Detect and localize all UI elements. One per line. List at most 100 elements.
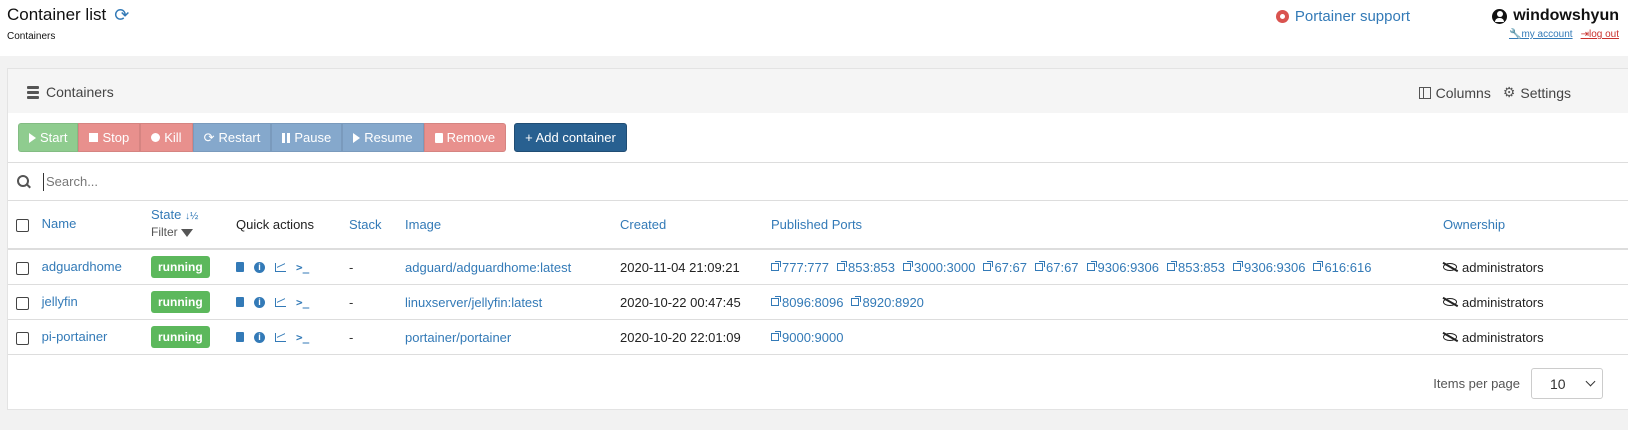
chevron-down-icon [1585, 376, 1596, 387]
ownership-header[interactable]: Ownership [1443, 200, 1628, 250]
portainer-support-link[interactable]: Portainer support [1275, 8, 1410, 25]
console-icon[interactable]: >_ [296, 296, 309, 309]
settings-button[interactable]: ⚙ Settings [1503, 84, 1571, 101]
console-icon[interactable]: >_ [296, 331, 309, 344]
sort-icon: ↓½ [184, 211, 199, 222]
ownership-label: administrators [1462, 294, 1544, 310]
created-header[interactable]: Created [620, 200, 771, 250]
published-port-link[interactable]: 616:616 [1313, 260, 1371, 275]
info-icon[interactable]: i [254, 331, 265, 343]
port-label: 9000:9000 [782, 329, 844, 345]
search-bar [8, 162, 1628, 201]
row-checkbox[interactable] [16, 261, 29, 275]
name-cell: jellyfin [8, 284, 151, 320]
table-row: adguardhome running i >_ - adguard/adgua… [8, 249, 1628, 285]
external-link-icon [1086, 261, 1097, 272]
remove-label: Remove [446, 130, 496, 145]
port-label: 853:853 [848, 259, 895, 275]
log-out-link[interactable]: ⇥log out [1581, 29, 1619, 40]
published-port-link[interactable]: 853:853 [837, 260, 895, 275]
trash-icon [434, 132, 443, 143]
port-label: 616:616 [1324, 259, 1372, 275]
stats-icon[interactable] [275, 262, 286, 272]
columns-label: Columns [1435, 84, 1491, 101]
external-link-icon [771, 261, 781, 272]
container-name-link[interactable]: pi-portainer [42, 329, 108, 344]
stats-icon[interactable] [275, 332, 286, 342]
published-port-link[interactable]: 3000:3000 [903, 260, 975, 275]
external-link-icon [903, 261, 913, 272]
name-header-label: Name [41, 216, 77, 232]
container-name-link[interactable]: adguardhome [42, 259, 122, 274]
stack-header[interactable]: Stack [349, 200, 405, 250]
logs-icon[interactable] [236, 332, 244, 342]
kill-button[interactable]: Kill [140, 123, 193, 152]
image-link[interactable]: adguard/adguardhome:latest [405, 260, 571, 275]
info-icon[interactable]: i [254, 296, 265, 308]
stop-button[interactable]: Stop [78, 123, 141, 152]
widget-header: Containers Columns ⚙ Settings [8, 69, 1628, 113]
port-label: 67:67 [1046, 259, 1079, 275]
published-port-link[interactable]: 9306:9306 [1233, 260, 1305, 275]
created-cell: 2020-11-04 21:09:21 [620, 249, 771, 285]
image-header[interactable]: Image [405, 200, 620, 250]
published-port-link[interactable]: 9000:9000 [771, 330, 843, 345]
stop-icon [89, 133, 99, 142]
select-all-checkbox[interactable] [16, 218, 29, 232]
resume-button[interactable]: Resume [342, 123, 424, 152]
state-cell: running [151, 249, 236, 285]
state-header[interactable]: State ↓½ Filter [151, 200, 236, 250]
published-port-link[interactable]: 853:853 [1167, 260, 1225, 275]
widget-header-actions: Columns ⚙ Settings [1418, 84, 1571, 101]
refresh-icon[interactable]: ⟳ [114, 6, 129, 24]
columns-button[interactable]: Columns [1418, 84, 1491, 101]
search-input[interactable] [43, 172, 1548, 191]
restart-label: Restart [218, 130, 261, 145]
table-row: jellyfin running i >_ - linuxserver/jell… [8, 284, 1628, 320]
name-header[interactable]: Name [8, 200, 151, 250]
image-link[interactable]: linuxserver/jellyfin:latest [405, 295, 542, 310]
quick-actions-header: Quick actions [236, 200, 349, 250]
published-port-link[interactable]: 8920:8920 [851, 294, 924, 310]
state-filter-label: Filter [151, 225, 178, 239]
row-checkbox[interactable] [16, 296, 29, 310]
console-icon[interactable]: >_ [296, 261, 309, 274]
lifebuoy-icon [1275, 10, 1289, 23]
ownership-cell: administrators [1443, 249, 1628, 285]
ports-header[interactable]: Published Ports [771, 200, 1443, 250]
ownership-cell: administrators [1443, 284, 1628, 320]
logs-icon[interactable] [236, 297, 244, 307]
name-cell: pi-portainer [8, 319, 151, 355]
created-cell: 2020-10-20 22:01:09 [620, 319, 771, 355]
restart-button[interactable]: ⟳ Restart [192, 123, 272, 152]
published-port-link[interactable]: 777:777 [771, 260, 829, 275]
external-link-icon [771, 296, 781, 307]
containers-table: Name State ↓½ Filter Quick actions Stack… [8, 200, 1628, 355]
port-label: 8920:8920 [862, 294, 924, 310]
start-button[interactable]: Start [18, 123, 79, 152]
info-icon[interactable]: i [254, 261, 265, 273]
logs-icon[interactable] [236, 262, 244, 272]
state-filter[interactable]: Filter [151, 225, 236, 239]
image-link[interactable]: portainer/portainer [405, 330, 511, 345]
server-icon [27, 85, 39, 99]
widget-title-label: Containers [46, 84, 114, 100]
bomb-icon [151, 133, 161, 142]
stats-icon[interactable] [275, 297, 286, 307]
row-checkbox[interactable] [16, 331, 29, 345]
pause-button[interactable]: Pause [271, 123, 343, 152]
items-per-page-select[interactable]: 10 [1531, 368, 1603, 399]
published-port-link[interactable]: 9306:9306 [1086, 260, 1159, 275]
my-account-link[interactable]: 🔧my account [1509, 29, 1573, 40]
image-cell: linuxserver/jellyfin:latest [405, 284, 620, 320]
port-label: 67:67 [994, 259, 1027, 275]
published-port-link[interactable]: 8096:8096 [771, 295, 843, 310]
published-port-link[interactable]: 67:67 [983, 260, 1027, 275]
resume-label: Resume [364, 130, 413, 145]
widget-title: Containers [27, 84, 114, 100]
container-name-link[interactable]: jellyfin [42, 294, 78, 309]
add-container-button[interactable]: + Add container [514, 123, 627, 152]
filter-icon [181, 228, 194, 237]
published-port-link[interactable]: 67:67 [1035, 260, 1079, 275]
remove-button[interactable]: Remove [423, 123, 507, 152]
